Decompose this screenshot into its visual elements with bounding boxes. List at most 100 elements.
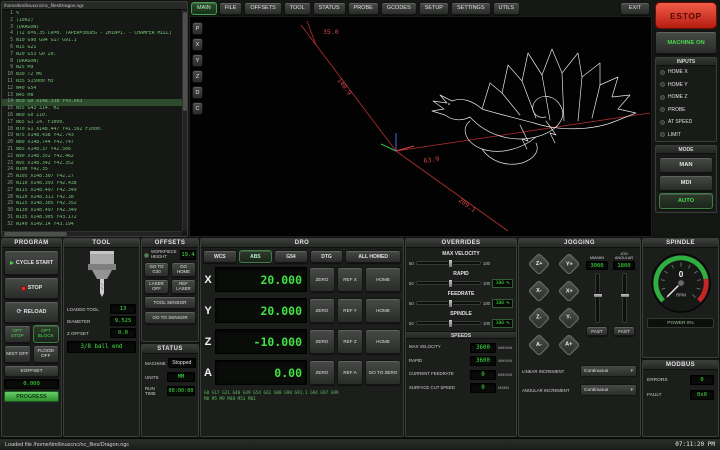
jog-linear-fast-button[interactable]: FAST [586,326,608,336]
slider-thumb[interactable] [448,319,453,328]
slider-thumb[interactable] [593,293,603,298]
dro-mode-button[interactable]: DTG [310,250,344,263]
eoffset-button[interactable]: EOFFSET [4,365,59,377]
gcode-line[interactable]: 31 N135 X148.905 Y43.172 [2,215,182,222]
menu-item[interactable]: SETTINGS [451,2,491,15]
dro-mode-button[interactable]: WCS [203,250,237,263]
offset-button[interactable]: GO TO G30 [144,262,169,277]
jog-button[interactable]: A+ [557,334,580,357]
jog-linear-slider[interactable] [595,273,600,323]
gcode-line[interactable]: 22 N90 X148.352 Y42.462 [2,154,182,161]
opt-block-button[interactable]: OPT BLOCK [33,325,60,343]
view-button[interactable]: Y [192,54,203,67]
go-to-sensor-button[interactable]: GO TO SENSOR [144,311,196,324]
jog-button[interactable]: X+ [557,280,580,303]
jog-button[interactable]: Z+ [527,253,550,276]
jog-button[interactable]: Y+ [557,253,580,276]
slider-thumb[interactable] [448,259,453,268]
axis-ref-button[interactable]: REF X [337,267,363,292]
gcode-line[interactable]: 3 (DRAGON) [2,25,182,32]
axis-home-button[interactable]: HOME [365,329,401,354]
gcode-line[interactable]: 17 N65 G1 Z4. F1000. [2,120,182,127]
axis-home-button[interactable]: HOME [365,298,401,323]
axis-ref-button[interactable]: REF Y [337,298,363,323]
jog-button[interactable]: Y- [557,307,580,330]
estop-button[interactable]: ESTOP [655,2,717,29]
axis-zero-button[interactable]: ZERO [309,329,335,354]
menu-item[interactable]: PROBE [348,2,379,15]
menu-item[interactable]: UTILS [493,2,521,15]
dro-mode-button[interactable]: ALL HOMED [345,250,401,263]
view-button[interactable]: P [192,22,203,35]
menu-item[interactable]: STATUS [313,2,346,15]
gcode-line[interactable]: 10 N30 T2 M6 [2,72,182,79]
slider-thumb[interactable] [448,279,453,288]
jog-angular-fast-button[interactable]: FAST [613,326,635,336]
gcode-line[interactable]: 19 N75 X148.438 Y42.743 [2,133,182,140]
scrollbar-thumb[interactable] [4,232,67,236]
override-slider[interactable] [416,321,481,325]
jog-button[interactable]: A- [527,334,550,357]
machine-on-button[interactable]: MACHINE ON [655,31,717,54]
gcode-line[interactable]: 5 N10 G90 G94 G17 G91.1 [2,38,182,45]
exit-button[interactable]: EXIT [620,2,650,15]
gcode-line[interactable]: 9 N25 M9 [2,65,182,72]
gcode-line[interactable]: 20 N80 X148.744 Y42.747 [2,140,182,147]
gcode-line[interactable]: 11 N35 S15000 M3 [2,79,182,86]
linear-increment-select[interactable]: Continuous ▾ [580,365,637,377]
axis-zero-button[interactable]: ZERO [309,298,335,323]
mist-button[interactable]: MIST OFF [4,345,31,363]
jog-button[interactable]: Z- [527,307,550,330]
gcode-line[interactable]: 32 N140 X149.14 Y43.194 [2,222,182,229]
axis-ref-button[interactable]: REF A [337,360,363,385]
gcode-line[interactable]: 21 N85 X148.37 Y42.566 [2,147,182,154]
dro-mode-button[interactable]: ABS [239,250,273,263]
gcode-line[interactable]: 25 N105 X148.307 Y42.27 [2,174,182,181]
gcode-line[interactable]: 8 (DRAGON) [2,59,182,66]
gcode-line[interactable]: 15 N55 G43 Z14. H2 [2,106,182,113]
gcode-line[interactable]: 26 N110 X148.393 Y42.438 [2,181,182,188]
reload-button[interactable]: ⟳ RELOAD [4,301,59,323]
mode-button[interactable]: MDI [659,175,713,191]
gcode-line[interactable]: 13 N45 M8 [2,93,182,100]
gcode-line[interactable]: 27 N115 X148.497 Y42.349 [2,188,182,195]
gcode-line[interactable]: 24 N100 Y42.35 [2,167,182,174]
view-button[interactable]: Z [192,70,203,83]
override-slider[interactable] [416,281,481,285]
view-button[interactable]: C [192,102,203,115]
gcode-line[interactable]: 29 N125 X148.305 Y42.352 [2,201,182,208]
gcode-line[interactable]: 6 N15 G21 [2,45,182,52]
mode-button[interactable]: AUTO [659,193,713,209]
slider-thumb[interactable] [448,299,453,308]
jog-angular-slider[interactable] [622,273,627,323]
mode-button[interactable]: MAN [659,157,713,173]
gcode-horizontal-scrollbar[interactable] [2,231,182,236]
gcode-line[interactable]: 1 % [2,11,182,18]
axis-zero-button[interactable]: ZERO [309,360,335,385]
menu-item[interactable]: GCODES [381,2,417,15]
scrollbar-thumb[interactable] [183,12,187,111]
gcode-line[interactable]: 12 N40 G54 [2,86,182,93]
gcode-line[interactable]: 18 N70 G1 X148.447 Y41.562 F1000. [2,127,182,134]
dro-mode-button[interactable]: G54 [274,250,308,263]
axis-home-button[interactable]: HOME [365,267,401,292]
gcode-line[interactable]: 7 N20 G53 G0 Z0. [2,52,182,59]
gcode-line[interactable]: 28 N120 X148.311 Y42.38 [2,195,182,202]
override-slider[interactable] [416,301,481,305]
view-button[interactable]: D [192,86,203,99]
axis-home-button[interactable]: GO TO ZERO [365,360,401,385]
menu-item[interactable]: SETUP [419,2,449,15]
gcode-line[interactable]: 16 N60 G0 Z10. [2,113,182,120]
gcode-line[interactable]: 2 (1002) [2,18,182,25]
gcode-preview-3d[interactable]: 35.0 140.9 63.9 209.1 PXYZDC [189,16,652,237]
offset-button[interactable]: GO HOME [171,262,196,277]
offset-button[interactable]: LASER OFF [144,279,169,294]
gcode-line[interactable]: 4 (T2 D=6.35 CR=0. TAPER=30DEG - ZMIN=1.… [2,31,182,38]
flood-button[interactable]: FLOOD OFF [33,345,60,363]
gcode-line[interactable]: 14 N50 G0 X148.338 Y43.663 [2,99,182,106]
menu-item[interactable]: TOOL [284,2,311,15]
angular-increment-select[interactable]: Continuous ▾ [580,384,637,396]
gcode-listing[interactable]: 1 % 2 (1002) 3 (DRAGON) 4 (T2 D=6.35 CR=… [2,10,182,231]
jog-button[interactable]: X- [527,280,550,303]
stop-button[interactable]: STOP [4,277,59,299]
